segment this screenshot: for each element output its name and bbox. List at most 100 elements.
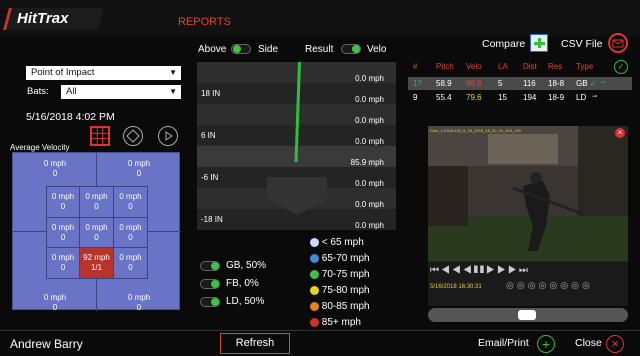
col-header: Velo [466,62,482,71]
player-name: Andrew Barry [10,337,83,351]
velo-legend-label: 85+ mph [321,317,361,328]
filter-select[interactable]: Point of Impact ▼ [26,66,181,80]
tool-icons[interactable]: ◎◎◎◎◎◎◎◎ [506,280,593,291]
zone-cell-velo: 0 mph [51,192,75,201]
compare-label: Compare [482,38,526,50]
cell-pitch: 58.9 [436,79,452,88]
zone-cell-velo: 0 mph [127,293,151,302]
divider [96,277,97,311]
zone-cell[interactable]: 0 mph 0 [114,187,147,218]
zone-cell[interactable]: 0 mph 0 [114,248,147,278]
zone-cell-velo: 0 mph [119,223,142,232]
zone-cell-count: 0 [60,263,66,272]
hittrax-logo: HitTrax [3,8,104,30]
divider [96,153,97,187]
zone-cell-velo: 0 mph [43,159,67,168]
cell-pitch: 55.4 [436,93,452,102]
swing-height-chart: 0.0 mph 18 IN 0.0 mph 0.0 mph 6 IN 0.0 mph 85.… [197,61,396,230]
zone-cell-velo: 0 mph [119,253,142,262]
col-header: Pitch [436,62,454,71]
batted-label: LD, 50% [226,296,265,307]
col-header: Dist [523,62,537,71]
zone-cell-count: 0 [52,303,58,312]
velo-legend-item: 75-80 mph [310,285,400,296]
zone-cell-velo: 0 mph [85,223,108,232]
cell-num: 9 [413,93,418,102]
view-toggle-right-label: Side [258,44,279,55]
zone-cell-velo: 0 mph [43,293,67,302]
height-velo-value: 0.0 mph [355,95,384,104]
zone-cell-count: 0 [136,169,142,178]
color-dot [310,301,319,311]
footer-bar: Andrew Barry Refresh Email/Print + Close… [0,330,640,356]
compare-icon[interactable] [530,34,548,52]
view-toggle[interactable] [231,44,251,54]
zone-cell-count: 0 [60,233,66,242]
header-bar: HitTrax REPORTS [0,0,640,36]
bat-icon: ⊸ [600,80,606,86]
toggle-knob [233,45,241,53]
toggle[interactable] [200,261,220,271]
field-view-icon[interactable] [123,126,143,146]
table-row[interactable]: 1? 58.9 86.9 5 116 18-8 GB ✓ ⊸ [408,77,632,90]
video-player[interactable]: Cam_1:2018-143_5_16_2018_16_30_31_403_10… [428,126,628,306]
height-velo-value: 0.0 mph [355,221,384,230]
plus-horizontal [534,42,545,45]
zone-cell-count: 0 [52,169,58,178]
zone-cell-highlighted[interactable]: 92 mph 1/1 [80,248,114,278]
bats-label: Bats: [27,86,49,97]
bats-select-value: All [66,86,77,97]
cell-dist: 116 [523,79,536,88]
refresh-button[interactable]: Refresh [220,333,290,354]
zone-cell-count: 0 [94,233,99,242]
check-icon[interactable]: ✓ [614,60,628,74]
toggle-knob [211,280,219,288]
video-frame [428,126,628,261]
height-velo-value: 85.9 mph [350,158,384,167]
zone-cell-count: 0 [60,202,66,211]
cell-type: GB [576,79,588,88]
check-mark-icon: ✓ [590,79,597,88]
zone-cell-velo: 0 mph [51,223,75,232]
bats-select[interactable]: All ▼ [61,85,181,99]
zone-cell[interactable]: 0 mph 0 [80,218,114,248]
velo-legend-item: < 65 mph [310,237,400,248]
zone-cell-count: 0 [136,303,142,312]
mode-toggle[interactable] [341,44,361,54]
toggle[interactable] [200,279,220,289]
cell-velo: 86.9 [466,79,482,88]
zone-cell[interactable]: 0 mph 0 [47,187,80,218]
scrubber-handle[interactable] [518,310,536,320]
zone-cell[interactable]: 0 mph 0 [47,248,80,278]
velo-legend-label: 65-70 mph [321,253,370,264]
grid-view-icon[interactable] [90,126,110,146]
filter-select-value: Point of Impact [31,67,95,78]
toggle-knob [211,298,219,306]
strike-zone: 0 mph 0 0 mph 0 0 mph 0 0 mph 0 0 mph 0 0 mph… [46,186,148,279]
divider [13,231,47,232]
zone-outer-bottom-right: 0 mph 0 [117,293,161,313]
table-row[interactable]: 9 55.4 79.6 15 194 18-9 LD ⊸ [408,91,632,104]
mode-toggle-left-label: Result [305,44,334,55]
height-velo-value: 0.0 mph [355,200,384,209]
zone-cell-count: 0 [128,263,133,272]
play-replay-icon[interactable] [158,126,178,146]
velo-legend-label: 70-75 mph [321,269,370,280]
zone-cell[interactable]: 0 mph 0 [80,187,114,218]
close-icon[interactable]: × [606,335,624,353]
toggle[interactable] [200,297,220,307]
zone-cell-velo: 0 mph [119,192,142,201]
zone-cell[interactable]: 0 mph 0 [114,218,147,248]
close-video-icon[interactable]: × [615,128,625,138]
zone-cell[interactable]: 0 mph 0 [47,218,80,248]
zone-outer-bottom-left: 0 mph 0 [33,293,77,313]
email-print-icon[interactable]: + [537,335,555,353]
color-dot [310,237,319,247]
zone-outer-top-left: 0 mph 0 [33,159,77,179]
video-scrubber[interactable] [428,308,628,322]
height-velo-value: 0.0 mph [355,116,384,125]
zone-cell-velo: 0 mph [85,192,108,201]
mail-icon[interactable] [608,33,628,53]
color-dot [310,285,319,295]
playback-buttons[interactable]: ⏮◀◀◀❚❚▶▶▶⏭ [430,265,530,276]
